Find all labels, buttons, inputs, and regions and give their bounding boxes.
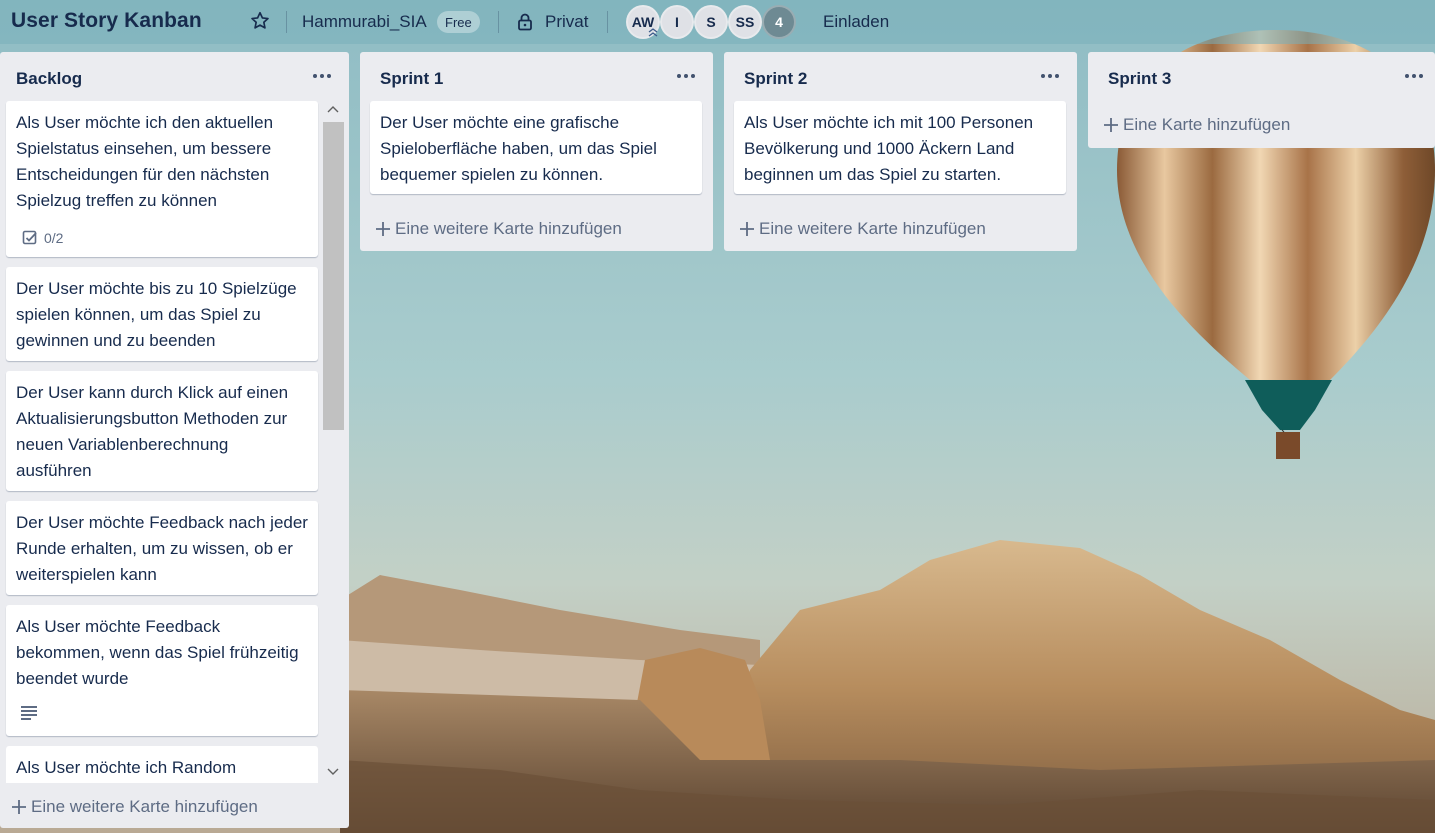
plus-icon	[376, 222, 390, 236]
card-title: Als User möchte Feedback bekommen, wenn …	[16, 617, 299, 688]
ellipsis-icon[interactable]	[675, 66, 697, 86]
admin-chevron-icon	[648, 28, 658, 37]
plus-icon	[740, 222, 754, 236]
member-avatar[interactable]: S	[694, 5, 728, 39]
card-clip: Als User möchte ich Random	[6, 746, 318, 783]
list-title[interactable]: Sprint 1	[380, 69, 443, 89]
visibility-label: Privat	[545, 12, 589, 31]
board-title[interactable]: User Story Kanban	[11, 9, 202, 33]
workspace-name[interactable]: Hammurabi_SIA	[302, 12, 427, 32]
header-divider	[286, 11, 287, 33]
add-card-label: Eine weitere Karte hinzufügen	[759, 219, 986, 238]
list-card[interactable]: Als User möchte Feedback bekommen, wenn …	[6, 605, 318, 736]
list-title[interactable]: Sprint 3	[1108, 69, 1171, 89]
list-card[interactable]: Der User kann durch Klick auf einen Aktu…	[6, 371, 318, 491]
checklist-icon	[22, 230, 37, 245]
card-title: Der User kann durch Klick auf einen Aktu…	[16, 383, 289, 480]
add-card-button[interactable]: Eine weitere Karte hinzufügen	[11, 797, 258, 817]
add-card-label: Eine weitere Karte hinzufügen	[395, 219, 622, 238]
checklist-badge: 0/2	[22, 225, 63, 251]
ellipsis-icon[interactable]	[311, 66, 333, 86]
ellipsis-icon[interactable]	[1039, 66, 1061, 86]
card-title: Als User möchte ich mit 100 Personen Bev…	[744, 113, 1034, 184]
list-card[interactable]: Als User möchte ich mit 100 Personen Bev…	[734, 101, 1066, 194]
checklist-count: 0/2	[44, 230, 64, 246]
plus-icon	[12, 800, 26, 814]
list-title[interactable]: Backlog	[16, 69, 82, 89]
ellipsis-icon[interactable]	[1403, 66, 1425, 86]
list-header: Sprint 3	[1088, 52, 1435, 102]
add-card-label: Eine Karte hinzufügen	[1123, 115, 1291, 134]
visibility-button[interactable]: Privat	[516, 10, 588, 34]
list-sprint-2: Sprint 2 Als User möchte ich mit 100 Per…	[724, 52, 1077, 251]
card-title: Der User möchte Feedback nach jeder Rund…	[16, 513, 308, 584]
list-card[interactable]: Als User möchte ich den aktuellen Spiels…	[6, 101, 318, 257]
card-title: Der User möchte eine grafische Spielober…	[380, 113, 657, 184]
board-header: User Story Kanban Hammurabi_SIA Free Pri…	[0, 0, 1435, 44]
list-header: Sprint 2	[724, 52, 1077, 102]
header-divider	[607, 11, 608, 33]
member-avatar[interactable]: I	[660, 5, 694, 39]
list-title[interactable]: Sprint 2	[744, 69, 807, 89]
list-card[interactable]: Als User möchte ich Random	[6, 746, 318, 783]
member-avatar[interactable]: SS	[728, 5, 762, 39]
add-card-button[interactable]: Eine weitere Karte hinzufügen	[375, 219, 622, 239]
add-card-button[interactable]: Eine Karte hinzufügen	[1103, 115, 1290, 135]
add-card-label: Eine weitere Karte hinzufügen	[31, 797, 258, 816]
list-sprint-1: Sprint 1 Der User möchte eine grafische …	[360, 52, 713, 251]
scroll-up-icon[interactable]	[325, 104, 341, 116]
plus-icon	[1104, 118, 1118, 132]
list-header: Backlog	[0, 52, 349, 102]
header-divider	[498, 11, 499, 33]
list-scrollbar[interactable]	[323, 122, 344, 430]
invite-button[interactable]: Einladen	[823, 12, 889, 32]
list-header: Sprint 1	[360, 52, 713, 102]
scroll-down-icon[interactable]	[325, 765, 341, 777]
plan-badge: Free	[437, 11, 480, 33]
member-overflow-count[interactable]: 4	[762, 5, 796, 39]
list-sprint-3: Sprint 3 Eine Karte hinzufügen	[1088, 52, 1435, 148]
list-card[interactable]: Der User möchte eine grafische Spielober…	[370, 101, 702, 194]
card-title: Als User möchte ich Random	[16, 758, 237, 777]
add-card-button[interactable]: Eine weitere Karte hinzufügen	[739, 219, 986, 239]
list-card[interactable]: Der User möchte bis zu 10 Spielzüge spie…	[6, 267, 318, 361]
card-title: Als User möchte ich den aktuellen Spiels…	[16, 113, 274, 210]
description-icon	[21, 706, 37, 720]
lock-icon	[518, 13, 532, 31]
list-card[interactable]: Der User möchte Feedback nach jeder Rund…	[6, 501, 318, 595]
star-icon[interactable]	[249, 10, 271, 32]
card-title: Der User möchte bis zu 10 Spielzüge spie…	[16, 279, 297, 350]
